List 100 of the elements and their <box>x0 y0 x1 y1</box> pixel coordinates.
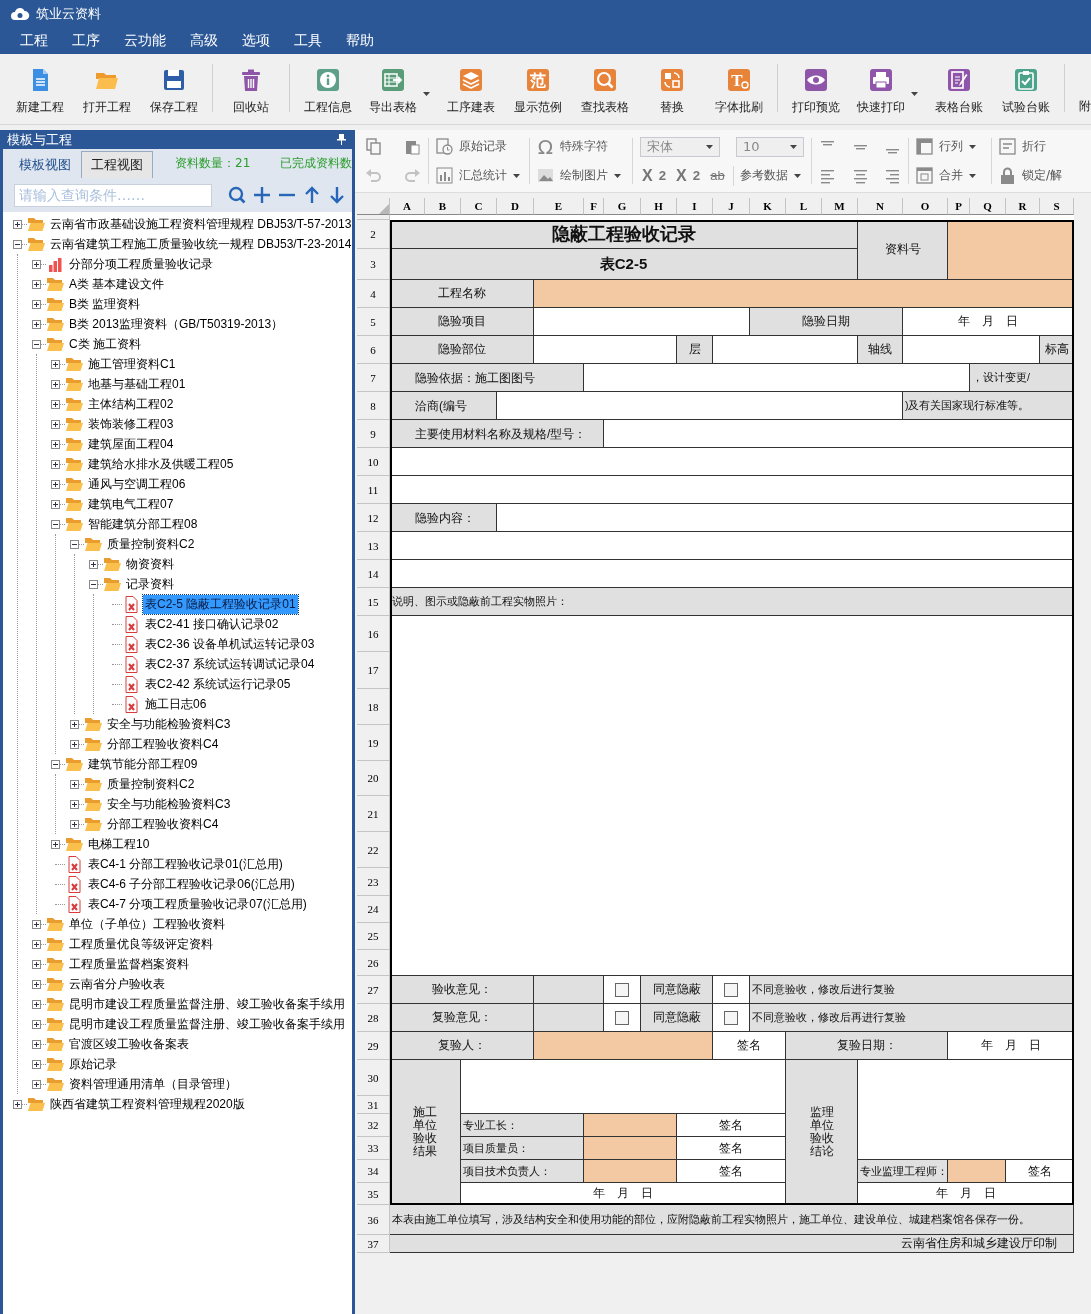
tree-item[interactable]: 单位（子单位）工程验收资料 <box>67 914 227 934</box>
row-header[interactable]: 15 <box>357 588 390 616</box>
column-header[interactable]: R <box>1006 198 1040 215</box>
expand-icon[interactable] <box>51 479 60 489</box>
input-cell[interactable] <box>390 616 1074 976</box>
tree-item[interactable]: 物资资料 <box>124 554 176 574</box>
column-header[interactable]: K <box>750 198 786 215</box>
row-header[interactable]: 30 <box>357 1060 390 1096</box>
toolbar-button[interactable]: 汇总统计 <box>436 167 520 184</box>
input-cell[interactable] <box>534 280 1074 308</box>
expand-icon[interactable] <box>70 779 79 789</box>
row-header[interactable]: 11 <box>357 476 390 504</box>
expand-icon[interactable] <box>13 219 22 229</box>
tree-item[interactable]: 表C2-42 系统试运行记录05 <box>143 674 293 694</box>
tree-item[interactable]: A类 基本建设文件 <box>67 274 167 294</box>
expand-icon[interactable] <box>51 379 60 389</box>
select-all-corner[interactable] <box>357 198 390 215</box>
expand-icon[interactable] <box>32 1019 41 1029</box>
tree-item[interactable]: 表C4-1 分部工程验收记录01(汇总用) <box>86 854 285 874</box>
menu-item[interactable]: 工程 <box>8 32 60 50</box>
column-header[interactable]: O <box>903 198 948 215</box>
column-header[interactable]: J <box>713 198 750 215</box>
tree-item[interactable]: 记录资料 <box>124 574 176 594</box>
tree-item[interactable]: 安全与功能检验资料C3 <box>105 714 233 734</box>
checkbox[interactable] <box>615 982 629 997</box>
column-header[interactable]: G <box>604 198 641 215</box>
tree-item[interactable]: 官渡区竣工验收备案表 <box>67 1034 191 1054</box>
expand-icon[interactable] <box>51 439 60 449</box>
column-header[interactable]: N <box>858 198 903 215</box>
menu-item[interactable]: 工序 <box>60 32 112 50</box>
column-header[interactable]: M <box>822 198 858 215</box>
column-header[interactable]: Q <box>970 198 1006 215</box>
expand-icon[interactable] <box>51 459 60 469</box>
toolbar-button[interactable]: 绘制图片 <box>537 167 621 184</box>
toolbar-button[interactable]: 参考数据 <box>739 167 801 184</box>
input-cell[interactable] <box>948 1160 1006 1183</box>
tree-item[interactable]: 建筑节能分部工程09 <box>86 754 200 774</box>
column-header[interactable]: P <box>948 198 970 215</box>
column-header[interactable]: I <box>677 198 713 215</box>
collapse-icon[interactable] <box>32 339 41 349</box>
menu-item[interactable]: 选项 <box>230 32 282 50</box>
tree-item[interactable]: 地基与基础工程01 <box>86 374 188 394</box>
tree-item[interactable]: 装饰装修工程03 <box>86 414 176 434</box>
align-center-icon[interactable] <box>851 167 869 184</box>
expand-icon[interactable] <box>32 939 41 949</box>
toolbar-button[interactable]: 打开工程 <box>73 54 140 124</box>
toolbar-button[interactable]: 附 <box>1069 54 1091 124</box>
input-cell[interactable] <box>584 1114 677 1137</box>
expand-icon[interactable] <box>32 299 41 309</box>
input-cell[interactable] <box>461 1060 786 1114</box>
input-cell[interactable] <box>584 364 970 392</box>
input-cell[interactable] <box>534 1032 713 1060</box>
tree-item[interactable]: 昆明市建设工程质量监督注册、竣工验收备案手续用 <box>67 994 347 1014</box>
expand-icon[interactable] <box>32 919 41 929</box>
checkbox[interactable] <box>615 1010 629 1025</box>
menu-item[interactable]: 云功能 <box>112 32 178 50</box>
copy-icon[interactable] <box>365 138 382 155</box>
input-cell[interactable] <box>390 448 1074 476</box>
tree-item[interactable]: 主体结构工程02 <box>86 394 176 414</box>
toolbar-button[interactable]: 锁定/解 <box>999 167 1063 184</box>
row-header[interactable]: 24 <box>357 896 390 923</box>
expand-icon[interactable] <box>51 359 60 369</box>
expand-icon[interactable] <box>32 979 41 989</box>
search-icon[interactable] <box>228 185 247 205</box>
row-header[interactable]: 33 <box>357 1137 390 1160</box>
row-header[interactable]: 35 <box>357 1183 390 1205</box>
expand-icon[interactable] <box>32 259 41 269</box>
paste-icon[interactable] <box>404 138 421 155</box>
column-header[interactable]: B <box>425 198 461 215</box>
input-cell[interactable] <box>713 336 858 364</box>
expand-icon[interactable] <box>32 999 41 1009</box>
tree-item[interactable]: 表C4-7 分项工程质量验收记录07(汇总用) <box>86 894 309 914</box>
expand-icon[interactable] <box>32 319 41 329</box>
tree-item[interactable]: 电梯工程10 <box>86 834 152 854</box>
input-cell[interactable] <box>497 504 1074 532</box>
row-header[interactable]: 17 <box>357 652 390 689</box>
input-cell[interactable] <box>584 1137 677 1160</box>
input-cell[interactable] <box>390 560 1074 588</box>
toolbar-button[interactable]: 查找表格 <box>571 54 638 124</box>
column-header[interactable]: D <box>497 198 534 215</box>
collapse-icon[interactable] <box>70 539 79 549</box>
tree-item[interactable]: 昆明市建设工程质量监督注册、竣工验收备案手续用 <box>67 1014 347 1034</box>
plus-icon[interactable] <box>253 185 272 205</box>
tree-item[interactable]: 质量控制资料C2 <box>105 534 197 554</box>
expand-icon[interactable] <box>51 399 60 409</box>
expand-icon[interactable] <box>89 559 98 569</box>
collapse-icon[interactable] <box>89 579 98 589</box>
tree-item[interactable]: 智能建筑分部工程08 <box>86 514 200 534</box>
toolbar-button[interactable]: 导出表格 <box>361 54 437 124</box>
row-header[interactable]: 34 <box>357 1160 390 1183</box>
row-header[interactable]: 13 <box>357 532 390 560</box>
menu-item[interactable]: 高级 <box>178 32 230 50</box>
row-header[interactable]: 22 <box>357 832 390 868</box>
expand-icon[interactable] <box>13 1099 22 1109</box>
align-right-icon[interactable] <box>884 167 901 184</box>
align-left-icon[interactable] <box>819 167 836 184</box>
row-header[interactable]: 7 <box>357 364 390 392</box>
expand-icon[interactable] <box>32 279 41 289</box>
tree-item[interactable]: 原始记录 <box>67 1054 119 1074</box>
toolbar-button[interactable]: 打印预览 <box>782 54 849 124</box>
